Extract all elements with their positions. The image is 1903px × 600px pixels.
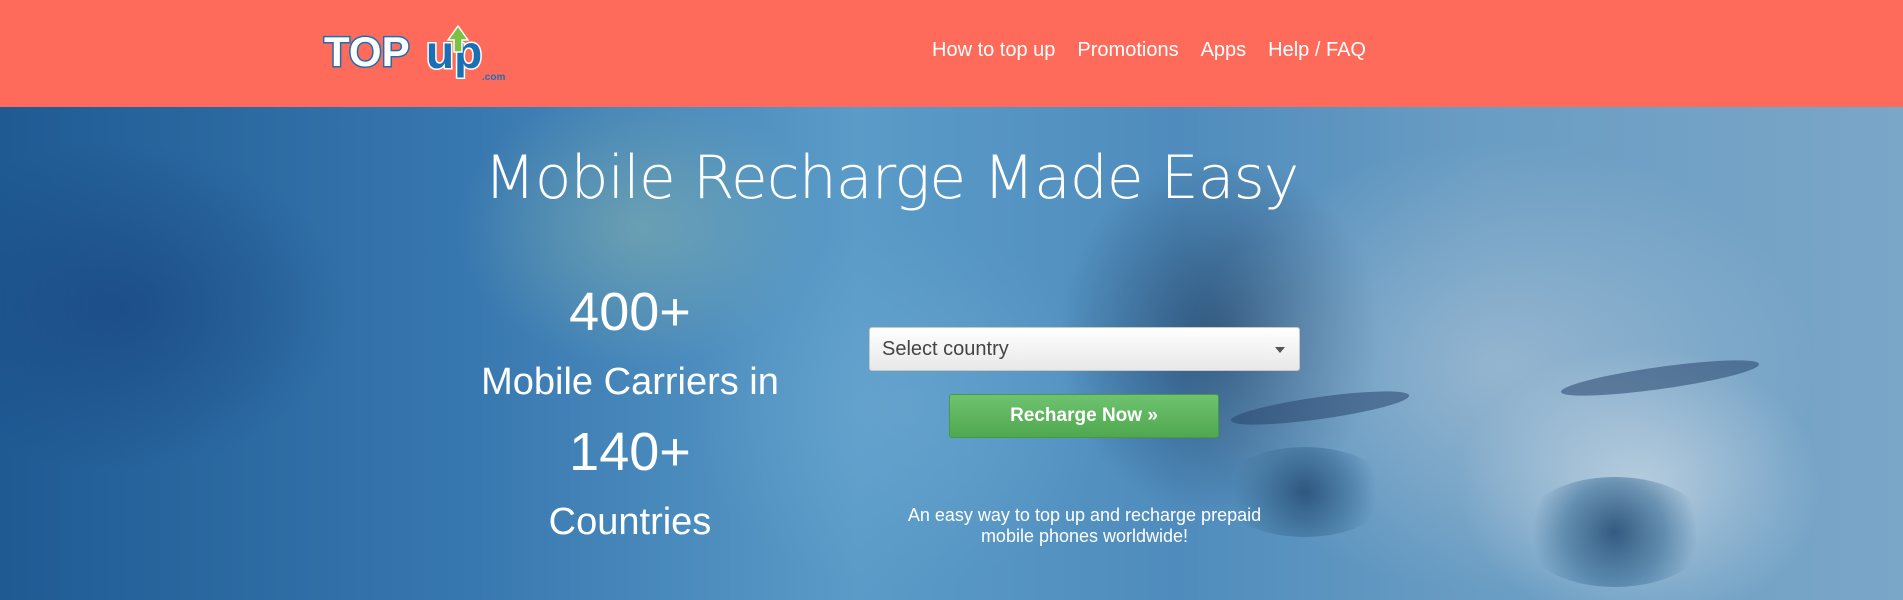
carriers-count: 400+ [569,282,691,342]
svg-text:TOP: TOP [324,28,410,75]
recharge-now-button[interactable]: Recharge Now » [949,394,1219,438]
site-header: TOP up .com How to top up Promotions App… [0,0,1903,107]
stats-block: 400+ Mobile Carriers in 140+ Countries [440,277,820,557]
carriers-label: Mobile Carriers in [481,361,779,403]
nav-help-faq[interactable]: Help / FAQ [1268,38,1366,62]
hero-title: Mobile Recharge Made Easy [484,143,1299,213]
hero-section: Mobile Recharge Made Easy 400+ Mobile Ca… [0,107,1903,600]
background-photo-brow-left [1229,384,1411,432]
countries-label: Countries [548,501,712,543]
country-select-value: Select country [882,337,1009,360]
chevron-down-icon [1275,347,1285,353]
country-select[interactable]: Select country [869,327,1300,371]
nav-how-to-top-up[interactable]: How to top up [932,38,1055,62]
background-photo-brow-right [1559,353,1761,403]
topup-logo[interactable]: TOP up .com [322,22,522,86]
nav-promotions[interactable]: Promotions [1077,38,1178,62]
nav-apps[interactable]: Apps [1201,38,1247,62]
background-photo-eye-right [1520,477,1710,587]
main-nav: How to top up Promotions Apps Help / FAQ [932,38,1366,62]
tagline-line-2: mobile phones worldwide! [980,526,1189,546]
topup-logo-icon: TOP up .com [323,25,506,84]
tagline-line-1: An easy way to top up and recharge prepa… [907,505,1262,525]
hero-tagline: An easy way to top up and recharge prepa… [869,505,1300,547]
svg-text:.com: .com [482,72,505,83]
countries-count: 140+ [569,422,691,482]
